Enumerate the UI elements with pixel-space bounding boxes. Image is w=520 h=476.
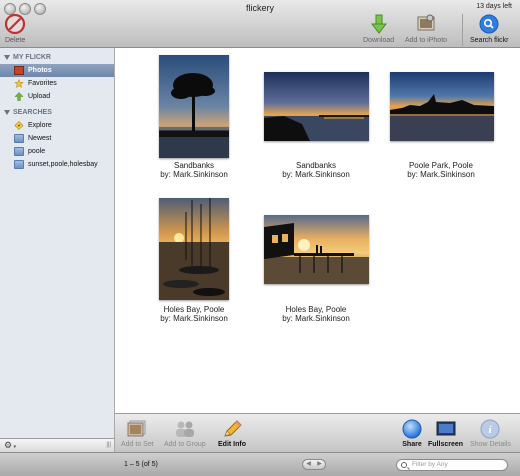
delete-label: Delete xyxy=(5,37,26,44)
photo-grid: Sandbanks by: Mark.Sinkinson Sandbanks b… xyxy=(115,48,520,413)
sidebar-item-upload[interactable]: Upload xyxy=(0,90,114,103)
folder-icon xyxy=(14,147,24,156)
gear-menu-button[interactable]: ⚙ ▾ xyxy=(4,441,16,452)
sidebar-item-poole[interactable]: poole xyxy=(0,145,114,158)
sidebar-item-label: Explore xyxy=(28,122,52,129)
share-label: Share xyxy=(402,441,422,448)
filter-search-field[interactable]: Filter by Any xyxy=(396,459,508,471)
add-to-set-icon xyxy=(127,420,146,437)
photo-count: 1 – 5 (of 5) xyxy=(124,461,158,468)
photo-thumbnail[interactable] xyxy=(264,215,369,284)
fullscreen-icon xyxy=(436,421,455,436)
searches-header[interactable]: SEARCHES xyxy=(0,106,114,119)
show-details-button[interactable]: i Show Details xyxy=(470,419,511,448)
add-to-iphoto-button[interactable]: Add to iPhoto xyxy=(405,14,447,44)
sidebar-item-label: poole xyxy=(28,148,46,155)
disclosure-triangle-icon xyxy=(4,109,10,115)
sidebar-item-label: sunset,poole,holesbay xyxy=(28,161,98,168)
sidebar-item-label: Photos xyxy=(28,67,52,74)
download-button[interactable]: Download xyxy=(363,14,394,44)
window-title: flickery xyxy=(245,3,274,13)
photo-title: Sandbanks xyxy=(295,161,337,170)
add-to-set-label: Add to Set xyxy=(121,441,154,448)
window-toolbar: flickery 13 days left Delete Download Ad… xyxy=(0,0,520,48)
disclosure-triangle-icon xyxy=(4,54,10,60)
photo-caption: Sandbanks by: Mark.Sinkinson xyxy=(266,161,366,179)
group-icon xyxy=(175,421,194,437)
sidebar-item-newest[interactable]: Newest xyxy=(0,132,114,145)
explore-icon xyxy=(14,121,24,130)
photo-title: Sandbanks xyxy=(173,161,215,170)
fullscreen-label: Fullscreen xyxy=(428,441,464,448)
download-arrow-icon xyxy=(370,14,387,34)
toolbar-separator xyxy=(462,14,463,46)
photo-title: Poole Park, Poole xyxy=(408,161,474,170)
photos-icon xyxy=(14,66,24,75)
previous-page-button[interactable]: ◀ xyxy=(303,460,314,469)
sidebar-item-sunset-poole-holesbay[interactable]: sunset,poole,holesbay xyxy=(0,158,114,171)
photo-caption: Poole Park, Poole by: Mark.Sinkinson xyxy=(391,161,491,179)
photo-byline: by: Mark.Sinkinson xyxy=(160,314,228,323)
folder-icon xyxy=(14,134,24,143)
trial-notice: 13 days left xyxy=(476,3,512,10)
photo-title: Holes Bay, Poole xyxy=(163,305,225,314)
photo-byline: by: Mark.Sinkinson xyxy=(282,170,350,179)
filter-placeholder: Filter by Any xyxy=(412,461,448,468)
edit-info-button[interactable]: Edit Info xyxy=(218,419,246,448)
photo-thumbnail[interactable] xyxy=(159,55,229,158)
add-to-set-button[interactable]: Add to Set xyxy=(121,419,154,448)
sidebar-footer: ⚙ ▾ ||| xyxy=(0,438,115,452)
photo-byline: by: Mark.Sinkinson xyxy=(407,170,475,179)
sidebar-item-label: Newest xyxy=(28,135,52,142)
info-icon: i xyxy=(480,419,500,439)
photo-thumbnail[interactable] xyxy=(390,72,494,141)
edit-info-label: Edit Info xyxy=(218,441,246,448)
photo-thumbnail[interactable] xyxy=(264,72,369,141)
delete-button[interactable]: Delete xyxy=(5,14,25,44)
sidebar-item-explore[interactable]: Explore xyxy=(0,119,114,132)
photo-title: Holes Bay, Poole xyxy=(285,305,347,314)
page-navigation: ◀ ▶ xyxy=(302,459,326,470)
search-icon xyxy=(479,14,499,34)
share-icon xyxy=(402,419,422,439)
sidebar-item-favorites[interactable]: Favorites xyxy=(0,77,114,90)
photo-byline: by: Mark.Sinkinson xyxy=(282,314,350,323)
upload-icon xyxy=(14,92,24,101)
my-flickr-header[interactable]: MY FLICKR xyxy=(0,51,114,64)
gear-icon: ⚙ xyxy=(4,440,13,450)
sidebar-item-label: Favorites xyxy=(28,80,57,87)
next-page-button[interactable]: ▶ xyxy=(314,460,325,469)
download-label: Download xyxy=(363,37,395,44)
search-icon xyxy=(401,462,407,468)
sidebar-item-label: Upload xyxy=(28,93,51,100)
sidebar-resize-handle[interactable]: ||| xyxy=(106,442,111,448)
action-bar: Add to Set Add to Group Edit Info Share … xyxy=(115,413,520,453)
delete-icon xyxy=(5,14,26,34)
add-to-group-label: Add to Group xyxy=(164,441,206,448)
fullscreen-button[interactable]: Fullscreen xyxy=(428,419,463,448)
status-bar: 1 – 5 (of 5) ◀ ▶ Filter by Any xyxy=(0,452,520,476)
folder-icon xyxy=(14,160,24,169)
pencil-icon xyxy=(224,420,242,437)
add-to-group-button[interactable]: Add to Group xyxy=(164,419,206,448)
iphoto-icon xyxy=(417,14,435,31)
photo-caption: Holes Bay, Poole by: Mark.Sinkinson xyxy=(144,305,244,323)
add-to-iphoto-label: Add to iPhoto xyxy=(405,37,448,44)
star-icon xyxy=(14,79,24,88)
search-flickr-label: Search flickr xyxy=(470,37,509,44)
sidebar-item-photos[interactable]: Photos xyxy=(0,64,114,77)
sidebar: MY FLICKR Photos Favorites Upload SEARCH… xyxy=(0,48,115,438)
show-details-label: Show Details xyxy=(470,441,511,448)
share-button[interactable]: Share xyxy=(401,419,423,448)
photo-thumbnail[interactable] xyxy=(159,198,229,300)
photo-caption: Holes Bay, Poole by: Mark.Sinkinson xyxy=(266,305,366,323)
photo-caption: Sandbanks by: Mark.Sinkinson xyxy=(144,161,244,179)
search-flickr-button[interactable]: Search flickr xyxy=(470,14,509,44)
photo-byline: by: Mark.Sinkinson xyxy=(160,170,228,179)
